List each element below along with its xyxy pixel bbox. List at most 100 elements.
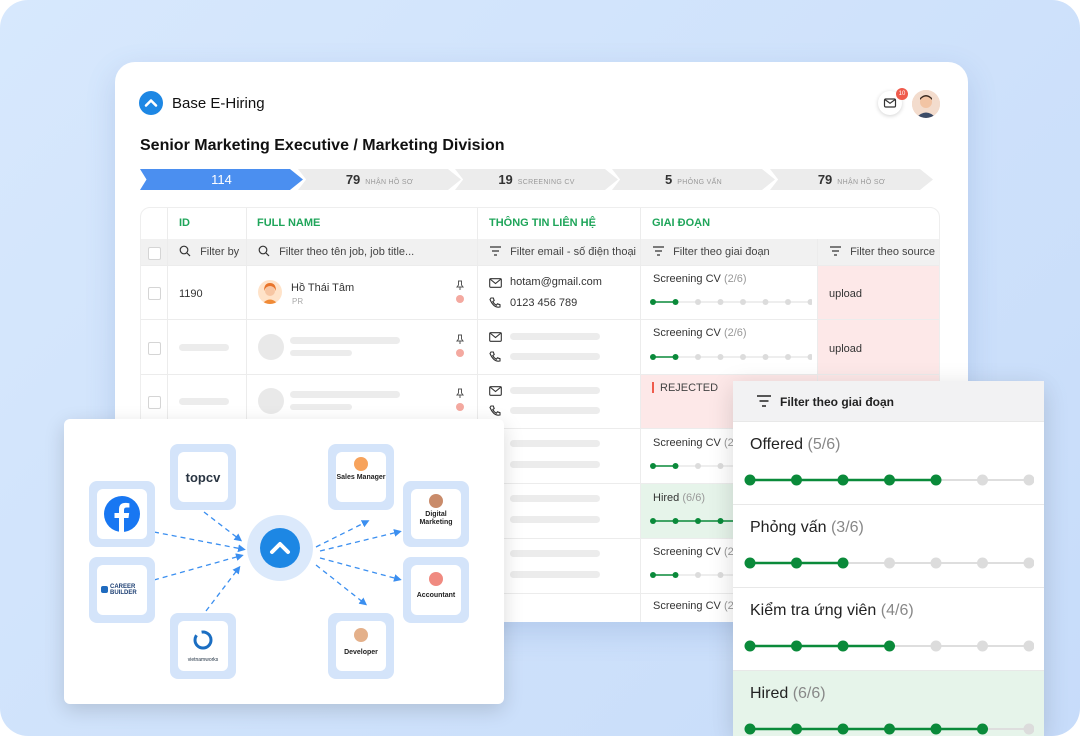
progress-dot-empty	[740, 299, 746, 305]
progress-dot-filled	[744, 723, 756, 735]
skeleton-line	[510, 407, 600, 414]
app-title: Base E-Hiring	[172, 95, 265, 112]
filter-name[interactable]: Filter theo tên job, job title...	[258, 239, 414, 265]
progress-dot-filled	[650, 299, 656, 305]
pin-icon[interactable]	[456, 280, 464, 290]
row-checkbox[interactable]	[148, 287, 161, 300]
skeleton-line	[510, 495, 600, 502]
progress-dot-filled	[744, 640, 756, 652]
accountant-tile[interactable]: Accountant	[403, 557, 469, 623]
stage-label: Screening CV (2/6)	[653, 327, 747, 339]
progress-dot-empty	[1023, 557, 1034, 569]
facebook-tile[interactable]	[89, 481, 155, 547]
stage-option-count: (5/6)	[807, 436, 841, 453]
pipeline-step-nhan-ho-so[interactable]: 79 NHẬN HỒ SƠ	[298, 169, 461, 190]
search-icon	[179, 245, 191, 257]
progress-dot-empty	[740, 354, 746, 360]
email-icon	[489, 332, 502, 342]
stage-option-hired[interactable]: Hired (6/6)	[733, 670, 1044, 736]
skeleton-line	[290, 350, 352, 356]
skeleton-line	[510, 353, 600, 360]
header-full-name[interactable]: FULL NAME	[257, 208, 320, 239]
progress-dot-filled	[930, 474, 942, 486]
pipeline-step-nhan-ho-so-2[interactable]: 79 NHẬN HỒ SƠ	[770, 169, 933, 190]
careerbuilder-label: CAREER BUILDER	[110, 584, 137, 596]
pin-icon[interactable]	[456, 388, 464, 398]
progress-dot-filled	[884, 723, 895, 735]
developer-tile[interactable]: Developer	[328, 613, 394, 679]
stage-name: Screening CV	[653, 600, 721, 612]
stage-count: (2/6)	[723, 273, 747, 285]
pipeline-count: 19	[498, 172, 513, 187]
owner-avatar	[456, 295, 464, 303]
progress-dot-filled	[672, 572, 679, 578]
progress-dot-filled	[837, 723, 849, 735]
progress-dot-filled	[744, 474, 756, 486]
header-stage[interactable]: GIAI ĐOẠN	[652, 208, 710, 239]
digital-marketing-label: Digital Marketing	[419, 511, 453, 526]
rejected-marker	[652, 382, 654, 393]
pipeline-step-all[interactable]: 114	[140, 169, 303, 190]
careerbuilder-icon	[101, 586, 108, 593]
pipeline-step-screening-cv[interactable]: 19 SCREENING CV	[455, 169, 618, 190]
skeleton-line	[290, 391, 400, 398]
progress-dot-empty	[807, 354, 812, 360]
progress-dot-filled	[884, 640, 895, 652]
stage-filter-header[interactable]: Filter theo giai đoạn	[733, 381, 1044, 421]
avatar-placeholder	[258, 388, 284, 414]
owner-avatar	[456, 349, 464, 357]
filter-source[interactable]: Filter theo source	[829, 239, 935, 265]
row-checkbox[interactable]	[148, 396, 161, 409]
stage-option-name: Kiểm tra ứng viên	[750, 602, 877, 619]
stage-label: Hired (6/6)	[653, 492, 705, 504]
base-logo-icon[interactable]	[139, 91, 163, 115]
progress-dot-filled	[791, 723, 802, 735]
base-hub[interactable]	[247, 515, 313, 581]
skeleton-line	[510, 571, 600, 578]
stage-count: (6/6)	[682, 492, 705, 504]
user-avatar[interactable]	[912, 90, 940, 118]
row-checkbox[interactable]	[148, 342, 161, 355]
progress-dot-filled	[650, 354, 656, 360]
pipeline-step-phong-van[interactable]: 5 PHỎNG VẤN	[612, 169, 775, 190]
candidate-avatar	[258, 280, 282, 304]
filter-source-label: Filter theo source	[850, 246, 936, 258]
progress-dot-filled	[744, 557, 756, 569]
stage-option-offered[interactable]: Offered (5/6)	[733, 421, 1044, 504]
candidate-name[interactable]: Hồ Thái Tâm	[291, 282, 354, 294]
candidate-email[interactable]: hotam@gmail.com	[510, 276, 602, 288]
accountant-avatar	[429, 572, 443, 586]
pipeline-count: 79	[345, 172, 361, 187]
filter-id[interactable]: Filter by	[179, 239, 239, 265]
stage-option-kiem-tra[interactable]: Kiểm tra ứng viên (4/6)	[733, 587, 1044, 670]
stage-option-phong-van[interactable]: Phỏng vấn (3/6)	[733, 504, 1044, 587]
filter-stage[interactable]: Filter theo giai đoạn	[652, 239, 770, 265]
topcv-tile[interactable]: topcv	[170, 444, 236, 510]
vietnamworks-tile[interactable]: vietnamworks	[170, 613, 236, 679]
pipeline-count: 114	[211, 172, 232, 187]
pipeline-label: NHẬN HỒ SƠ	[837, 179, 886, 186]
header-contact[interactable]: THÔNG TIN LIÊN HỆ	[489, 208, 596, 239]
filter-contact[interactable]: Filter email - số điện thoại	[489, 239, 636, 265]
sales-manager-tile[interactable]: Sales Manager	[328, 444, 394, 510]
vietnamworks-icon	[193, 630, 213, 650]
progress-dot-empty	[930, 557, 942, 569]
progress-dot-empty	[977, 474, 988, 486]
filter-icon	[653, 246, 664, 256]
digital-marketing-avatar	[429, 494, 443, 508]
stage-progress	[744, 723, 1034, 735]
careerbuilder-logo: CAREER BUILDER	[97, 565, 147, 615]
careerbuilder-tile[interactable]: CAREER BUILDER	[89, 557, 155, 623]
stage-progress	[744, 557, 1034, 569]
select-all-checkbox[interactable]	[148, 247, 161, 260]
skeleton-line	[179, 398, 229, 405]
progress-dot-filled	[717, 518, 724, 524]
progress-dot-empty	[717, 463, 724, 469]
pin-icon[interactable]	[456, 334, 464, 344]
progress-dot-empty	[977, 557, 988, 569]
header-id[interactable]: ID	[179, 208, 190, 239]
progress-dot-filled	[977, 723, 988, 735]
digital-marketing-tile[interactable]: Digital Marketing	[403, 481, 469, 547]
sales-manager-avatar	[354, 457, 368, 471]
candidate-phone[interactable]: 0123 456 789	[510, 297, 577, 309]
